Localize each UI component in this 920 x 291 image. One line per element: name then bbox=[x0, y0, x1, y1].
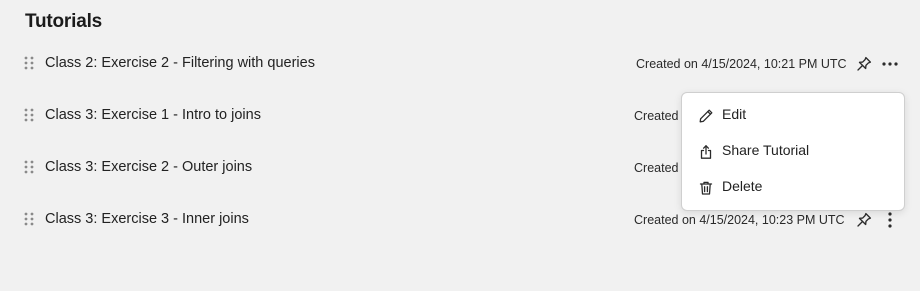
tutorial-created-date: Created bbox=[634, 109, 679, 123]
tutorial-row[interactable]: Class 2: Exercise 2 - Filtering with que… bbox=[0, 38, 920, 90]
tutorial-title[interactable]: Class 3: Exercise 3 - Inner joins bbox=[45, 211, 249, 227]
menu-item-share-tutorial[interactable]: Share Tutorial bbox=[682, 134, 904, 168]
drag-handle-icon[interactable] bbox=[24, 108, 34, 124]
tutorial-title[interactable]: Class 3: Exercise 1 - Intro to joins bbox=[45, 107, 261, 123]
pencil-icon bbox=[698, 108, 714, 124]
menu-item-label: Share Tutorial bbox=[722, 142, 810, 158]
tutorial-title[interactable]: Class 2: Exercise 2 - Filtering with que… bbox=[45, 55, 315, 71]
more-horizontal-icon[interactable] bbox=[880, 54, 900, 74]
tutorial-title[interactable]: Class 3: Exercise 2 - Outer joins bbox=[45, 159, 252, 175]
drag-handle-icon[interactable] bbox=[24, 160, 34, 176]
drag-handle-icon[interactable] bbox=[24, 56, 34, 72]
more-vertical-icon[interactable] bbox=[880, 210, 900, 230]
drag-handle-icon[interactable] bbox=[24, 212, 34, 228]
tutorial-created-date: Created on 4/15/2024, 10:21 PM UTC bbox=[636, 57, 847, 71]
menu-item-label: Edit bbox=[722, 106, 747, 122]
row-actions-menu: Edit Share Tutorial Delete bbox=[681, 92, 905, 211]
pin-icon[interactable] bbox=[854, 54, 874, 74]
menu-item-edit[interactable]: Edit bbox=[682, 98, 904, 132]
tutorial-created-date: Created bbox=[634, 161, 679, 175]
menu-item-label: Delete bbox=[722, 178, 763, 194]
pin-icon[interactable] bbox=[854, 210, 874, 230]
trash-icon bbox=[698, 180, 714, 196]
page-title: Tutorials bbox=[25, 11, 103, 32]
tutorial-created-date: Created on 4/15/2024, 10:23 PM UTC bbox=[634, 213, 845, 227]
menu-item-delete[interactable]: Delete bbox=[682, 170, 904, 204]
share-icon bbox=[698, 144, 714, 160]
